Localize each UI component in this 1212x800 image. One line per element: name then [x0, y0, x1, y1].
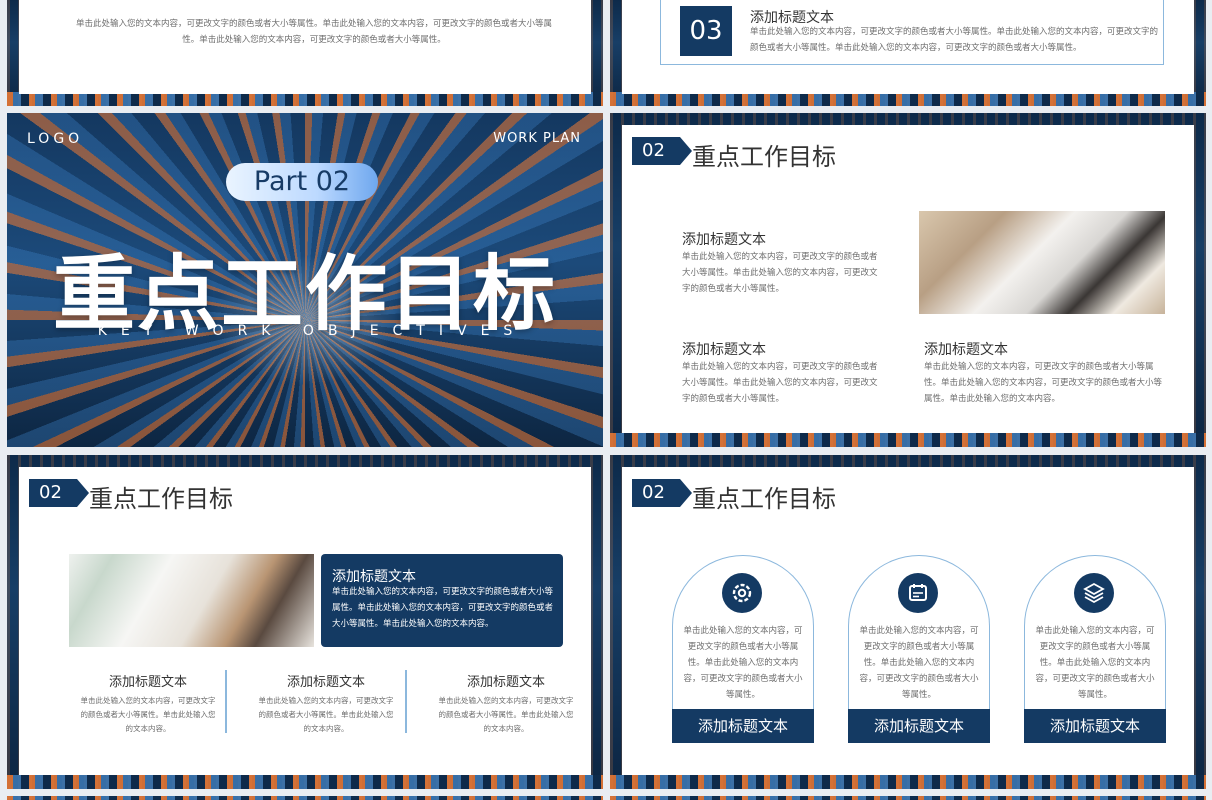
slide-thumbnail-7[interactable]	[7, 796, 603, 800]
block-text: 单击此处输入您的文本内容，可更改文字的颜色或者大小等属性。单击此处输入您的文本内…	[750, 27, 1159, 53]
divider	[225, 670, 227, 733]
slide-thumbnail-6[interactable]: 02 重点工作目标 单击此处输入您的文本内容，可更改文字的颜色或者大小等属性。单…	[610, 455, 1206, 789]
block-title: 添加标题文本	[924, 342, 1008, 358]
column-title: 添加标题文本	[466, 675, 545, 690]
block-text: 单击此处输入您的文本内容，可更改文字的颜色或者大小等属性。单击此处输入您的文本内…	[682, 362, 878, 404]
block-title: 添加标题文本	[682, 232, 766, 248]
writing-photo	[69, 554, 314, 647]
logo-text: LOGO	[27, 131, 84, 147]
cover-subtitle: KEY WORK OBJECTIVES	[97, 323, 527, 339]
slide-title: 重点工作目标	[692, 143, 836, 171]
slide-panel: 单击此处输入您的文本内容，可更改文字的颜色或者大小等属性。单击此处输入您的文本内…	[19, 0, 591, 94]
slide-title: 重点工作目标	[89, 485, 233, 513]
card-label: 添加标题文本	[672, 709, 814, 743]
column-block: 添加标题文本 单击此处输入您的文本内容，可更改文字的颜色或者大小等属性。单击此处…	[251, 671, 401, 736]
card-text: 单击此处输入您的文本内容，可更改文字的颜色或者大小等属性。单击此处输入您的文本内…	[1035, 626, 1155, 700]
gear-icon	[722, 573, 762, 613]
part-pill: Part 02	[226, 163, 378, 201]
column-block: 添加标题文本 单击此处输入您的文本内容，可更改文字的颜色或者大小等属性。单击此处…	[73, 671, 223, 736]
highlight-title: 添加标题文本	[332, 569, 416, 585]
divider	[405, 670, 407, 733]
card-text: 单击此处输入您的文本内容，可更改文字的颜色或者大小等属性。单击此处输入您的文本内…	[859, 626, 979, 700]
slide-thumbnail-2[interactable]: 03 添加标题文本 单击此处输入您的文本内容，可更改文字的颜色或者大小等属性。单…	[610, 0, 1206, 106]
highlight-text: 单击此处输入您的文本内容，可更改文字的颜色或者大小等属性。单击此处输入您的文本内…	[332, 587, 554, 629]
slide-panel: 03 添加标题文本 单击此处输入您的文本内容，可更改文字的颜色或者大小等属性。单…	[622, 0, 1194, 94]
slide-thumbnail-1[interactable]: 单击此处输入您的文本内容，可更改文字的颜色或者大小等属性。单击此处输入您的文本内…	[7, 0, 603, 106]
work-plan-label: WORK PLAN	[493, 131, 581, 146]
column-title: 添加标题文本	[286, 675, 365, 690]
laptop-photo	[919, 211, 1165, 314]
column-block: 添加标题文本 单击此处输入您的文本内容，可更改文字的颜色或者大小等属性。单击此处…	[431, 671, 581, 736]
block-text: 单击此处输入您的文本内容，可更改文字的颜色或者大小等属性。单击此处输入您的文本内…	[924, 362, 1163, 404]
column-text: 单击此处输入您的文本内容，可更改文字的颜色或者大小等属性。单击此处输入您的文本内…	[438, 696, 574, 733]
column-title: 添加标题文本	[108, 675, 187, 690]
card-text: 单击此处输入您的文本内容，可更改文字的颜色或者大小等属性。单击此处输入您的文本内…	[683, 626, 803, 700]
body-text: 单击此处输入您的文本内容，可更改文字的颜色或者大小等属性。单击此处输入您的文本内…	[75, 19, 552, 45]
feature-card: 单击此处输入您的文本内容，可更改文字的颜色或者大小等属性。单击此处输入您的文本内…	[1024, 555, 1166, 743]
section-number-badge: 02	[29, 479, 89, 507]
number-badge: 03	[680, 6, 732, 56]
slide-thumbnail-4[interactable]: 02 重点工作目标 添加标题文本 单击此处输入您的文本内容，可更改文字的颜色或者…	[610, 113, 1206, 447]
slide-panel: 02 重点工作目标 单击此处输入您的文本内容，可更改文字的颜色或者大小等属性。单…	[622, 467, 1194, 775]
block-title: 添加标题文本	[682, 342, 766, 358]
section-number-badge: 02	[632, 479, 692, 507]
slide-title: 重点工作目标	[692, 485, 836, 513]
block-text: 单击此处输入您的文本内容，可更改文字的颜色或者大小等属性。单击此处输入您的文本内…	[682, 252, 878, 294]
section-number-badge: 02	[632, 137, 692, 165]
feature-card: 单击此处输入您的文本内容，可更改文字的颜色或者大小等属性。单击此处输入您的文本内…	[672, 555, 814, 743]
slide-thumbnail-cover[interactable]: LOGO WORK PLAN Part 02 重点工作目标 KEY WORK O…	[7, 113, 603, 447]
card-label: 添加标题文本	[848, 709, 990, 743]
slide-thumbnail-8[interactable]	[610, 796, 1206, 800]
slide-thumbnail-5[interactable]: 02 重点工作目标 添加标题文本 单击此处输入您的文本内容，可更改文字的颜色或者…	[7, 455, 603, 789]
slide-panel: 02 重点工作目标 添加标题文本 单击此处输入您的文本内容，可更改文字的颜色或者…	[622, 125, 1194, 433]
slide-panel: 02 重点工作目标 添加标题文本 单击此处输入您的文本内容，可更改文字的颜色或者…	[19, 467, 591, 775]
layers-icon	[1074, 573, 1114, 613]
card-label: 添加标题文本	[1024, 709, 1166, 743]
highlight-box: 添加标题文本 单击此处输入您的文本内容，可更改文字的颜色或者大小等属性。单击此处…	[321, 554, 563, 647]
column-text: 单击此处输入您的文本内容，可更改文字的颜色或者大小等属性。单击此处输入您的文本内…	[258, 696, 394, 733]
calendar-icon	[898, 573, 938, 613]
feature-card: 单击此处输入您的文本内容，可更改文字的颜色或者大小等属性。单击此处输入您的文本内…	[848, 555, 990, 743]
column-text: 单击此处输入您的文本内容，可更改文字的颜色或者大小等属性。单击此处输入您的文本内…	[80, 696, 216, 733]
